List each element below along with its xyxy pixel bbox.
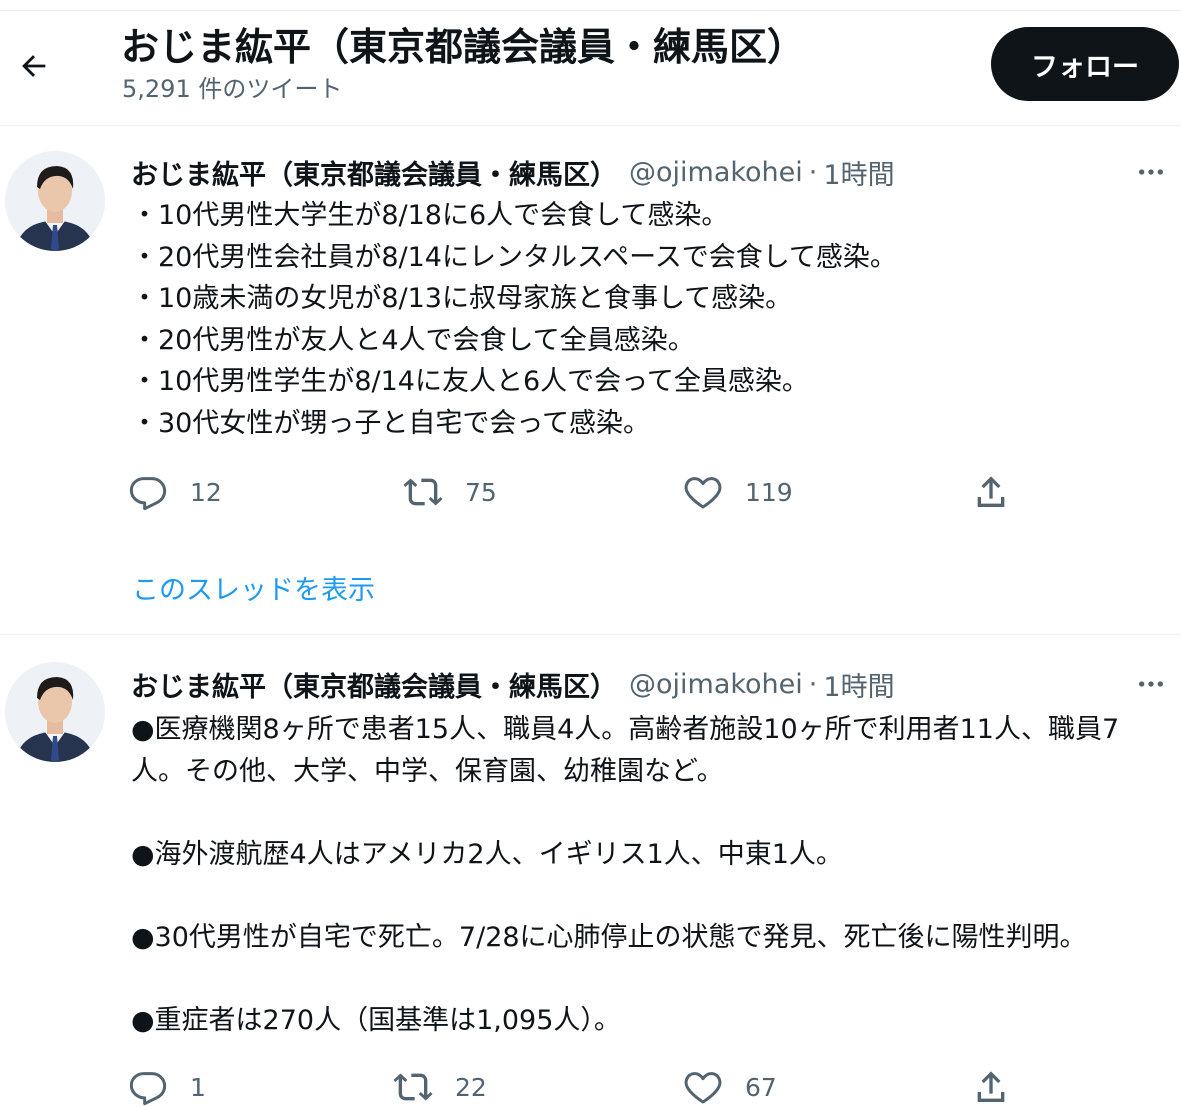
tweet-count: 5,291 件のツイート bbox=[122, 75, 343, 103]
share-icon bbox=[977, 476, 1005, 507]
back-arrow-icon bbox=[22, 55, 46, 77]
tweet-line: ・10代男性大学生が8/18に6人で会食して感染。 bbox=[131, 200, 729, 231]
tweet-line: ・20代男性が友人と4人で会食して全員感染。 bbox=[131, 324, 695, 356]
tweet-line: ・20代男性会社員が8/14にレンタルスペースで会食して感染。 bbox=[131, 241, 897, 273]
tweet-header: おじま紘平（東京都議会議員・練馬区） @ojimakohei · 1時間 bbox=[131, 152, 1171, 192]
author-name[interactable]: おじま紘平（東京都議会議員・練馬区） bbox=[131, 665, 617, 704]
retweet-icon bbox=[393, 1073, 433, 1101]
retweet-button[interactable]: 22 bbox=[393, 1067, 487, 1107]
more-button[interactable] bbox=[1131, 152, 1171, 192]
share-button[interactable] bbox=[971, 1067, 1011, 1107]
tweet-paragraph: ●30代男性が自宅で死亡。7/28に心肺停止の状態で発見、死亡後に陽性判明。 bbox=[131, 921, 1087, 953]
avatar-photo bbox=[5, 662, 105, 762]
like-count: 67 bbox=[745, 1072, 777, 1102]
avatar[interactable] bbox=[5, 662, 105, 762]
like-count: 119 bbox=[745, 477, 793, 507]
retweet-button[interactable]: 75 bbox=[403, 472, 497, 512]
tweet-time[interactable]: 1時間 bbox=[823, 153, 894, 192]
separator-dot: · bbox=[808, 156, 818, 188]
reply-count: 1 bbox=[190, 1072, 206, 1102]
retweet-count: 75 bbox=[465, 477, 497, 507]
tweet-time[interactable]: 1時間 bbox=[823, 665, 894, 704]
page-title: おじま紘平（東京都議会議員・練馬区） bbox=[121, 25, 806, 69]
like-icon bbox=[684, 1072, 722, 1104]
tweet-paragraph: ●医療機関8ヶ所で患者15人、職員4人。高齢者施設10ヶ所で利用者11人、職員7… bbox=[131, 714, 1120, 787]
separator-dot: · bbox=[808, 668, 818, 700]
reply-button[interactable]: 1 bbox=[128, 1067, 206, 1107]
retweet-count: 22 bbox=[455, 1072, 487, 1102]
tweet-header: おじま紘平（東京都議会議員・練馬区） @ojimakohei · 1時間 bbox=[131, 664, 1171, 704]
retweet-icon bbox=[403, 478, 443, 506]
like-button[interactable]: 67 bbox=[683, 1067, 777, 1107]
author-handle[interactable]: @ojimakohei bbox=[629, 157, 803, 188]
like-button[interactable]: 119 bbox=[683, 472, 793, 512]
like-icon bbox=[684, 477, 722, 509]
tweet[interactable]: おじま紘平（東京都議会議員・練馬区） @ojimakohei · 1時間 ●医療… bbox=[0, 636, 1181, 1106]
avatar[interactable] bbox=[5, 151, 105, 251]
reply-button[interactable]: 12 bbox=[128, 472, 222, 512]
tweet-line: ・30代女性が甥っ子と自宅で会って感染。 bbox=[131, 407, 651, 439]
profile-header: おじま紘平（東京都議会議員・練馬区） 5,291 件のツイート フォロー bbox=[0, 0, 1181, 126]
tweet-line: ・10代男性学生が8/14に友人と6人で会って全員感染。 bbox=[131, 366, 809, 398]
tweet-paragraph: ●重症者は270人（国基準は1,095人）。 bbox=[131, 1005, 621, 1037]
back-button[interactable] bbox=[12, 44, 56, 88]
avatar-photo bbox=[5, 151, 105, 251]
tweet-text: ●医療機関8ヶ所で患者15人、職員4人。高齢者施設10ヶ所で利用者11人、職員7… bbox=[131, 709, 1169, 1042]
follow-button[interactable]: フォロー bbox=[991, 27, 1179, 101]
tweet-line: ・10歳未満の女児が8/13に叔母家族と食事して感染。 bbox=[131, 283, 793, 315]
tweet-paragraph: ●海外渡航歴4人はアメリカ2人、イギリス1人、中東1人。 bbox=[131, 838, 843, 870]
show-thread-link[interactable]: このスレッドを表示 bbox=[132, 568, 375, 607]
more-icon bbox=[1139, 681, 1163, 687]
tweet-actions: 1 22 67 bbox=[128, 1067, 1028, 1107]
author-handle[interactable]: @ojimakohei bbox=[629, 669, 803, 700]
reply-icon bbox=[129, 1072, 167, 1106]
tweet-actions: 12 75 119 bbox=[128, 472, 1028, 512]
more-button[interactable] bbox=[1131, 664, 1171, 704]
share-icon bbox=[977, 1071, 1005, 1102]
reply-count: 12 bbox=[190, 477, 222, 507]
author-name[interactable]: おじま紘平（東京都議会議員・練馬区） bbox=[131, 153, 617, 192]
tweet-text: ・10代男性大学生が8/18に6人で会食して感染。 ・20代男性会社員が8/14… bbox=[131, 195, 1169, 445]
reply-icon bbox=[129, 477, 167, 511]
share-button[interactable] bbox=[971, 472, 1011, 512]
tweet[interactable]: おじま紘平（東京都議会議員・練馬区） @ojimakohei · 1時間 ・10… bbox=[0, 126, 1181, 635]
more-icon bbox=[1139, 169, 1163, 175]
